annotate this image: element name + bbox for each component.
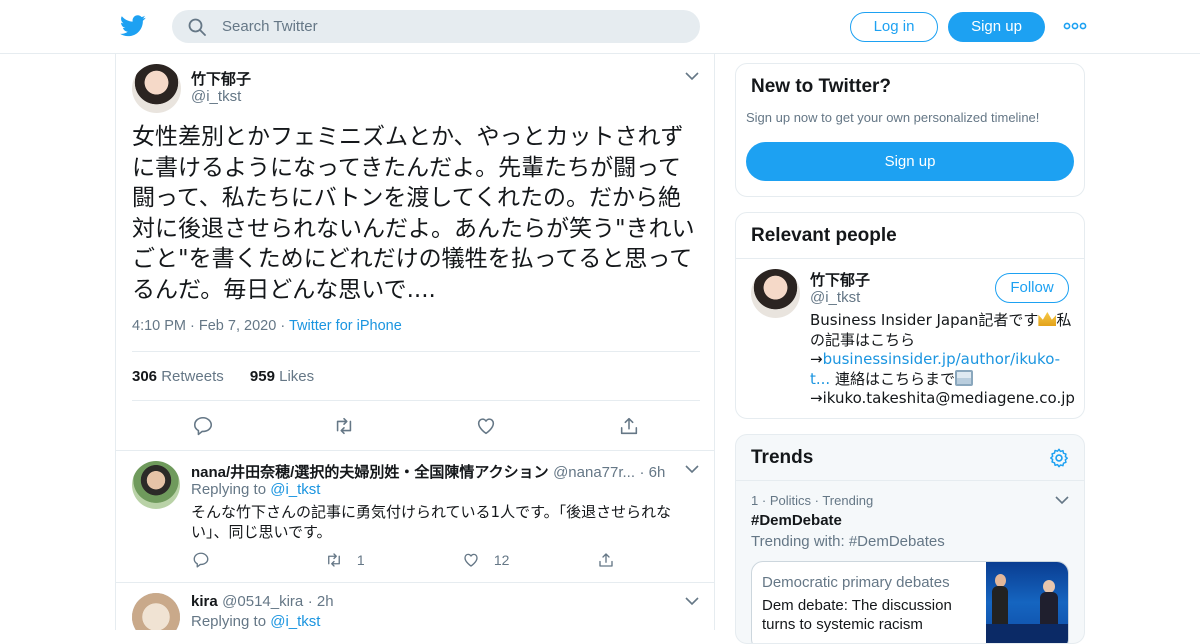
relevant-people-title: Relevant people [751,225,897,246]
retweets-stat[interactable]: 306 Retweets [132,368,224,385]
reply-header: nana/井田奈穂/選択的夫婦別姓・全国陳情アクション @nana77r... … [191,464,666,481]
main-timeline: 竹下郁子 @i_tkst 女性差別とかフェミニズムとか、やっとカットされずに書け… [115,54,715,630]
reply-age[interactable]: 6h [649,464,666,481]
trend-with[interactable]: Trending with: #DemDebates [751,533,945,550]
reply-author-handle[interactable]: @nana77r... [553,464,635,481]
retweets-count: 306 [132,368,158,385]
replying-to-handle[interactable]: @i_tkst [270,613,320,630]
login-button[interactable]: Log in [850,12,938,42]
replying-to-prefix: Replying to [191,481,267,498]
divider [736,480,1084,481]
chevron-down-icon[interactable] [1055,495,1069,505]
trend-meta: 1 · Politics · Trending [751,493,874,508]
reply-age[interactable]: 2h [317,593,334,610]
news-thumbnail [986,562,1068,643]
tweet-author-name[interactable]: 竹下郁子 [191,68,251,89]
search-icon [188,18,206,36]
share-icon [599,553,613,567]
reply-tweet[interactable]: nana/井田奈穂/選択的夫婦別姓・全国陳情アクション @nana77r... … [116,451,714,583]
reply-header: kira @0514_kira · 2h [191,593,334,610]
likes-count: 959 [249,368,275,385]
twitter-bird-icon[interactable] [120,14,146,38]
reply-text: そんな竹下さんの記事に勇気付けられている1人です。「後退させられない」、同じ思い… [191,503,672,541]
divider [132,400,700,401]
bio-line-3: 連絡はこちらまで [830,369,955,388]
search-box[interactable] [172,10,700,43]
new-to-twitter-subtitle: Sign up now to get your own personalized… [746,110,1040,125]
reply-author-name[interactable]: nana/井田奈穂/選択的夫婦別姓・全国陳情アクション [191,464,549,481]
like-count: 12 [493,552,510,568]
avatar[interactable] [132,593,180,630]
reply-tweet[interactable]: kira @0514_kira · 2h Replying to @i_tkst [116,583,714,630]
more-dots-icon[interactable] [1063,20,1087,32]
reply-action[interactable] [192,551,210,571]
replying-to-prefix: Replying to [191,613,267,630]
trends-title: Trends [751,447,814,468]
avatar[interactable] [751,269,800,318]
tweet-stats: 306 Retweets 959 Likes [132,368,314,385]
new-to-twitter-card: New to Twitter? Sign up now to get your … [735,63,1085,197]
trend-rank: 1 [751,493,759,508]
reply-author-name[interactable]: kira [191,593,218,610]
trend-hashtag[interactable]: #DemDebate [751,512,842,529]
chevron-down-icon[interactable] [685,596,699,606]
like-action[interactable]: 12 [462,551,509,571]
reply-author-handle[interactable]: @0514_kira [222,593,303,610]
retweet-count: 1 [356,552,365,568]
person-handle[interactable]: @i_tkst [810,289,860,306]
gear-icon[interactable] [1048,447,1070,469]
sidebar-signup-button[interactable]: Sign up [746,142,1074,181]
follow-button[interactable]: Follow [995,273,1069,303]
chevron-down-icon[interactable] [685,464,699,474]
tweet-actions [116,412,714,442]
trend-category: Politics [769,493,811,508]
share-icon[interactable] [618,415,640,437]
tweet-source[interactable]: Twitter for iPhone [289,318,402,334]
reply-icon[interactable] [192,415,214,437]
news-topic: Democratic primary debates [762,574,950,591]
top-bar: Log in Sign up [0,0,1200,54]
relevant-people-card: Relevant people 竹下郁子 @i_tkst Follow Busi… [735,212,1085,419]
bio-line-1: Business Insider Japan記者です [810,311,1039,329]
news-card[interactable]: Democratic primary debates Dem debate: T… [751,561,1069,643]
like-icon[interactable] [475,415,497,437]
inbox-emoji [954,369,973,386]
replying-to-handle[interactable]: @i_tkst [270,481,320,498]
bio-line-4: →ikuko.takeshita@mediagene.co.jp [810,389,1075,407]
signup-button[interactable]: Sign up [948,12,1045,42]
divider [736,258,1084,259]
likes-stat[interactable]: 959 Likes [250,368,314,385]
divider [132,351,700,352]
retweets-label: Retweets [161,368,224,385]
focused-tweet: 竹下郁子 @i_tkst 女性差別とかフェミニズムとか、やっとカットされずに書け… [116,54,714,451]
replying-to: Replying to @i_tkst [191,481,320,498]
chevron-down-icon[interactable] [685,71,699,81]
tweet-text: 女性差別とかフェミニズムとか、やっとカットされずに書けるようになってきたんだよ。… [132,124,695,303]
retweet-action[interactable]: 1 [325,551,365,571]
tweet-date[interactable]: Feb 7, 2020 [199,318,276,334]
person-name[interactable]: 竹下郁子 [810,269,870,290]
person-bio: Business Insider Japan記者です 私の記事はこちら→busin… [810,311,1075,409]
reply-icon [193,552,209,568]
crown-emoji [1038,312,1057,326]
like-icon [464,553,478,567]
replying-to: Replying to @i_tkst [191,613,320,630]
retweet-icon [328,553,340,567]
search-input[interactable] [222,10,682,43]
tweet-time[interactable]: 4:10 PM [132,318,186,334]
avatar[interactable] [132,461,180,509]
avatar[interactable] [132,64,181,113]
retweet-icon[interactable] [333,415,355,437]
tweet-meta: 4:10 PM · Feb 7, 2020 · Twitter for iPho… [132,318,402,334]
trend-status: Trending [822,493,874,508]
trends-card: Trends 1 · Politics · Trending #DemDebat… [735,434,1085,644]
likes-label: Likes [279,368,315,385]
new-to-twitter-title: New to Twitter? [751,76,892,97]
news-headline: Dem debate: The discussion turns to syst… [762,597,952,633]
share-action[interactable] [597,551,615,571]
tweet-author-handle[interactable]: @i_tkst [191,88,241,105]
